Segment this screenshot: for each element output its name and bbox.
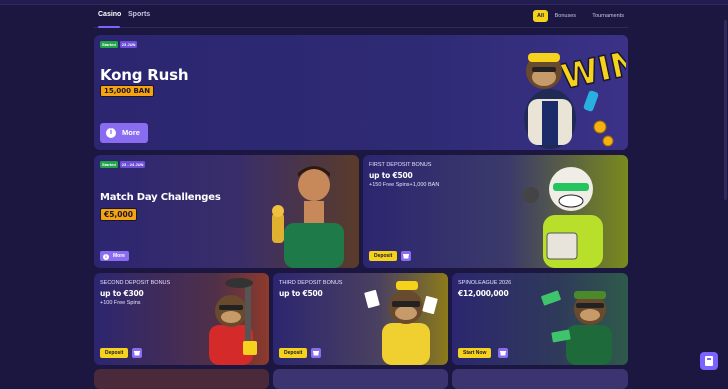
prize-badge: 15,000 BAN	[100, 85, 155, 97]
gift-icon[interactable]	[498, 348, 508, 358]
promo-card-spinoleague[interactable]: SPINOLEAGUE 2026 €12,000,000 Start Now	[452, 273, 628, 365]
promo-card-second-deposit[interactable]: SECOND DEPOSIT BONUS up to €300 +100 Fre…	[94, 273, 269, 365]
chat-icon	[705, 356, 713, 366]
bonus-sub: +100 Free Spins	[100, 300, 141, 306]
filter-tournaments[interactable]: Tournaments	[588, 10, 628, 22]
info-icon: i	[106, 128, 116, 138]
more-button[interactable]: i More	[100, 123, 148, 143]
win-text: WIN	[558, 42, 626, 97]
date-badge: 23 - 24 JUN	[119, 161, 146, 168]
status-badge: Started	[100, 161, 118, 168]
date-badge: 23 JUN	[119, 41, 138, 48]
monkey-slots-illustration	[523, 167, 603, 268]
bonus-eyebrow: SECOND DEPOSIT BONUS	[100, 280, 171, 286]
deposit-button[interactable]: Deposit	[279, 348, 308, 358]
bonus-sub: +150 Free Spins+1,000 BAN	[369, 182, 440, 188]
promo-card-third-deposit[interactable]: THIRD DEPOSIT BONUS up to €500 Deposit	[273, 273, 448, 365]
monkey-money-illustration	[541, 290, 612, 365]
deposit-button[interactable]: Deposit	[369, 251, 398, 261]
category-tabs: Casino Sports All Bonuses Tournaments	[94, 6, 628, 28]
filter-bonuses[interactable]: Bonuses	[551, 10, 580, 22]
bonus-eyebrow: FIRST DEPOSIT BONUS	[369, 162, 432, 168]
promo-card-partial[interactable]	[452, 369, 628, 389]
status-badges: Started 23 - 24 JUN	[100, 161, 146, 168]
promo-card-match-day[interactable]: Started 23 - 24 JUN Match Day Challenges…	[94, 155, 359, 268]
deposit-button[interactable]: Deposit	[100, 348, 129, 358]
gift-icon[interactable]	[401, 251, 411, 261]
status-badges: Started 23 JUN	[100, 41, 138, 48]
prize-badge: €5,000	[100, 208, 137, 221]
league-prize: €12,000,000	[458, 289, 509, 298]
promo-title: Match Day Challenges	[100, 192, 221, 203]
tab-sports[interactable]: Sports	[128, 11, 150, 18]
bonus-eyebrow: THIRD DEPOSIT BONUS	[279, 280, 343, 286]
start-now-button[interactable]: Start Now	[458, 348, 492, 358]
status-badge: Started	[100, 41, 118, 48]
football-player-illustration	[272, 166, 344, 268]
tab-casino[interactable]: Casino	[98, 11, 121, 18]
gift-icon[interactable]	[311, 348, 321, 358]
top-strip	[0, 0, 728, 5]
league-eyebrow: SPINOLEAGUE 2026	[458, 280, 512, 286]
monkey-dice-illustration	[209, 278, 257, 365]
promo-card-first-deposit[interactable]: FIRST DEPOSIT BONUS up to €500 +150 Free…	[363, 155, 628, 268]
more-button[interactable]: i More	[100, 251, 129, 261]
monkey-cards-illustration	[364, 281, 438, 365]
promo-title: Kong Rush	[100, 66, 189, 84]
promo-card-kong-rush[interactable]: Started 23 JUN Kong Rush 15,000 BAN i Mo…	[94, 35, 628, 150]
bonus-title: up to €500	[369, 171, 413, 180]
bonus-title: up to €300	[100, 289, 144, 298]
promotions-page: Casino Sports All Bonuses Tournaments St…	[94, 6, 628, 389]
bonus-title: up to €500	[279, 289, 323, 298]
more-button-label: More	[122, 128, 140, 137]
filter-all[interactable]: All	[532, 10, 548, 22]
promo-card-partial[interactable]	[94, 369, 269, 389]
info-icon: i	[103, 253, 109, 260]
page-scrollbar[interactable]	[724, 20, 727, 200]
kong-mascot-illustration: WIN	[524, 42, 626, 149]
chat-launcher-button[interactable]	[700, 352, 718, 370]
active-tab-indicator	[98, 26, 120, 28]
more-button-label: More	[113, 253, 125, 259]
promo-card-partial[interactable]	[273, 369, 448, 389]
gift-icon[interactable]	[132, 348, 142, 358]
